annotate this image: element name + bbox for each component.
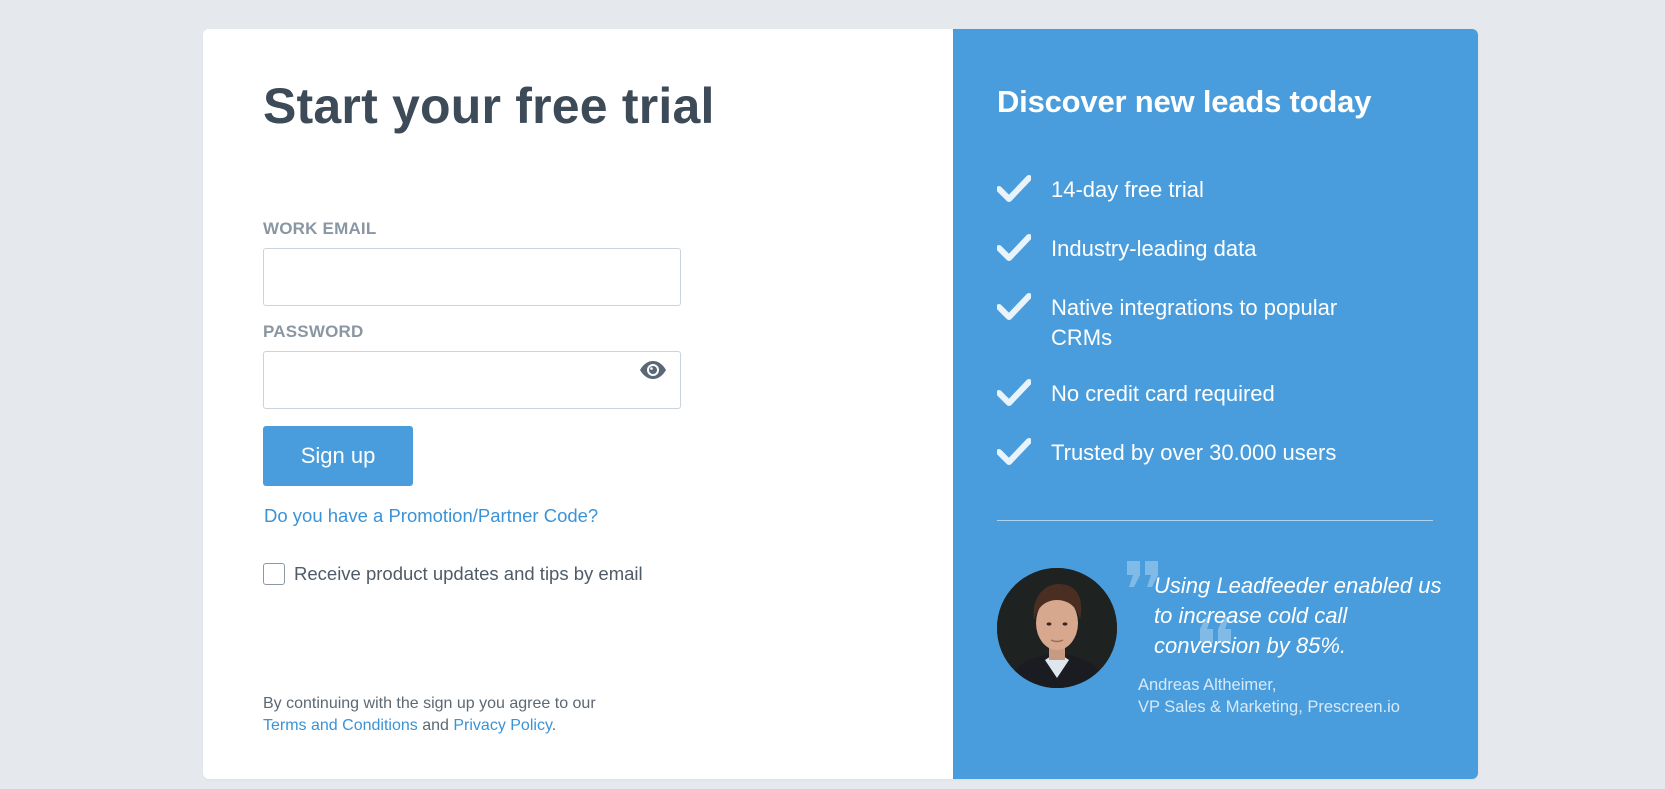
author-role: VP Sales & Marketing, Prescreen.io bbox=[1138, 698, 1400, 716]
benefit-text: Trusted by over 30.000 users bbox=[1051, 440, 1337, 465]
email-field[interactable] bbox=[263, 248, 681, 306]
benefit-item: Trusted by over 30.000 users bbox=[997, 438, 1437, 468]
terms-link[interactable]: Terms and Conditions bbox=[263, 717, 418, 734]
benefit-text: No credit card required bbox=[1051, 381, 1275, 406]
check-icon bbox=[997, 438, 1031, 465]
check-icon bbox=[997, 293, 1031, 320]
password-field[interactable] bbox=[263, 351, 681, 409]
promo-title: Discover new leads today bbox=[997, 84, 1372, 119]
newsletter-label[interactable]: Receive product updates and tips by emai… bbox=[294, 563, 643, 585]
password-label: PASSWORD bbox=[263, 322, 364, 341]
legal-and-text: and bbox=[422, 717, 449, 734]
check-icon bbox=[997, 175, 1031, 202]
divider bbox=[997, 520, 1433, 521]
newsletter-checkbox[interactable] bbox=[263, 563, 285, 585]
promo-code-link[interactable]: Do you have a Promotion/Partner Code? bbox=[264, 505, 598, 527]
benefit-item: 14-day free trial bbox=[997, 175, 1437, 205]
privacy-link[interactable]: Privacy Policy bbox=[453, 717, 551, 734]
author-name: Andreas Altheimer, bbox=[1138, 676, 1277, 694]
email-label: WORK EMAIL bbox=[263, 219, 377, 238]
sign-up-button[interactable]: Sign up bbox=[263, 426, 413, 486]
newsletter-option: Receive product updates and tips by emai… bbox=[263, 563, 643, 585]
promo-panel: Discover new leads today 14-day free tri… bbox=[953, 29, 1478, 779]
eye-icon[interactable] bbox=[639, 360, 667, 380]
check-icon bbox=[997, 234, 1031, 261]
page-title: Start your free trial bbox=[263, 78, 715, 134]
benefit-item: Industry-leading data bbox=[997, 234, 1437, 264]
testimonial-quote: Using Leadfeeder enabled us to increase … bbox=[1154, 573, 1442, 658]
signup-card: Start your free trial WORK EMAIL PASSWOR… bbox=[203, 29, 1478, 779]
legal-text: By continuing with the sign up you agree… bbox=[263, 695, 596, 712]
benefit-item: No credit card required bbox=[997, 379, 1437, 409]
benefit-text: Industry-leading data bbox=[1051, 236, 1257, 261]
check-icon bbox=[997, 379, 1031, 406]
benefit-text: Native integrations to popular CRMs bbox=[1051, 295, 1338, 350]
legal-notice: By continuing with the sign up you agree… bbox=[263, 693, 596, 737]
legal-period: . bbox=[551, 717, 557, 734]
benefit-item: Native integrations to popular CRMs bbox=[997, 293, 1437, 353]
testimonial-author: Andreas Altheimer, VP Sales & Marketing,… bbox=[1138, 674, 1400, 718]
signup-form-panel: Start your free trial WORK EMAIL PASSWOR… bbox=[203, 29, 953, 779]
avatar bbox=[997, 568, 1117, 688]
benefit-text: 14-day free trial bbox=[1051, 177, 1204, 202]
